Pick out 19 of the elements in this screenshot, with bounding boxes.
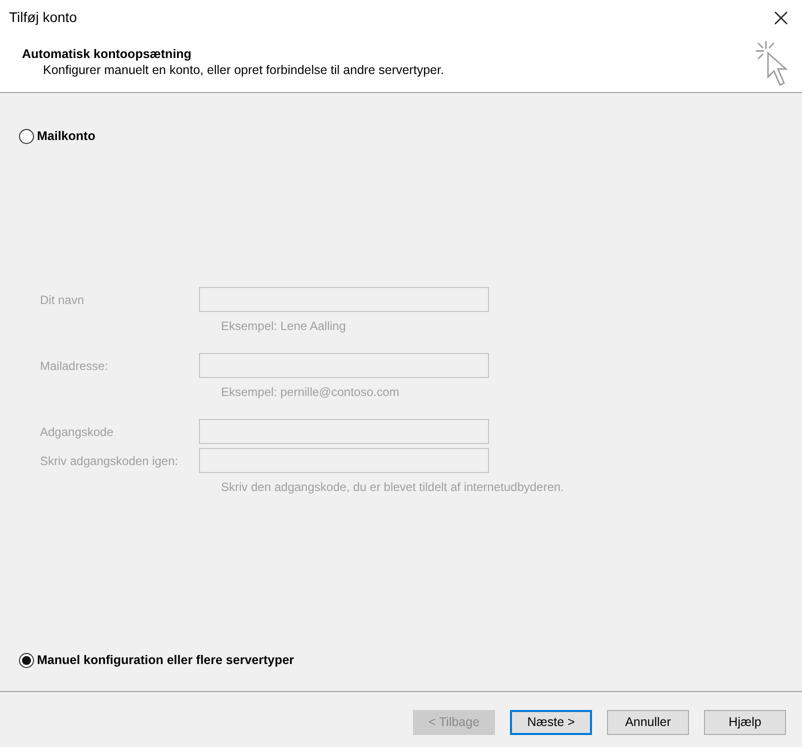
radio-button[interactable] xyxy=(19,128,34,144)
close-icon[interactable] xyxy=(774,10,788,24)
hint-text: Skriv den adgangskode, du er blevet tildelt af internetudbyderen. xyxy=(221,478,564,496)
field-label: Mailadresse: xyxy=(40,358,110,374)
dialog-button[interactable]: Annuller xyxy=(607,710,689,735)
field-label: Adgangskode xyxy=(40,424,114,440)
radio-button[interactable] xyxy=(19,652,34,668)
radio-label[interactable]: Manuel konfiguration eller flere servertyper xyxy=(37,650,294,670)
hint-text: Eksempel: Lene Aalling xyxy=(221,318,346,334)
field-label: Skriv adgangskoden igen: xyxy=(40,452,180,470)
dialog-button[interactable]: Næste > xyxy=(510,710,592,735)
header-title: Automatisk kontoopsætning xyxy=(22,46,192,62)
window-title: Tilføj konto xyxy=(9,8,77,27)
cursor-sparkle-icon xyxy=(754,39,790,89)
radio-label[interactable]: Mailkonto xyxy=(37,126,96,146)
hint-text: Eksempel: pernille@contoso.com xyxy=(221,384,400,400)
header-subtitle: Konfigurer manuelt en konto, eller opret forbindelse til andre servertyper. xyxy=(42,62,444,78)
dialog-button[interactable]: Hjælp xyxy=(704,710,786,735)
field-label: Dit navn xyxy=(40,292,86,308)
